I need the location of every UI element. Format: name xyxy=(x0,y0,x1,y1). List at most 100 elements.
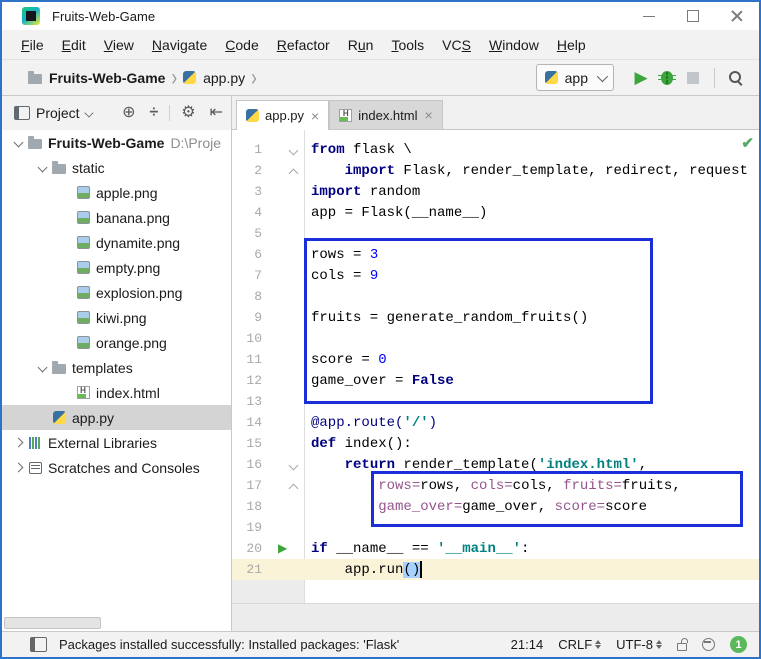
line-number-7[interactable]: 7 xyxy=(232,268,262,283)
inspection-profile-icon[interactable] xyxy=(702,638,715,651)
code-line-5[interactable]: 5 xyxy=(232,223,759,244)
code-text-4[interactable]: app = Flask(__name__) xyxy=(304,205,487,221)
tree-item-kiwi.png[interactable]: kiwi.png xyxy=(2,305,231,330)
code-line-13[interactable]: 13 xyxy=(232,391,759,412)
tab-close-icon[interactable]: × xyxy=(424,108,432,122)
editor-body[interactable]: 1from flask \2 import Flask, render_temp… xyxy=(232,130,759,603)
menu-item-run[interactable]: Run xyxy=(339,33,383,57)
line-number-6[interactable]: 6 xyxy=(232,247,262,262)
code-text-11[interactable]: score = 0 xyxy=(304,352,387,368)
line-number-10[interactable]: 10 xyxy=(232,331,262,346)
code-line-7[interactable]: 7cols = 9 xyxy=(232,265,759,286)
fold-marker-icon[interactable] xyxy=(289,484,299,494)
menu-item-refactor[interactable]: Refactor xyxy=(268,33,339,57)
menu-item-help[interactable]: Help xyxy=(548,33,595,57)
code-line-15[interactable]: 15def index(): xyxy=(232,433,759,454)
tree-chevron-icon[interactable] xyxy=(34,364,50,371)
tree-chevron-icon[interactable] xyxy=(34,164,50,171)
project-panel-title[interactable]: Project xyxy=(36,105,80,121)
code-text-9[interactable]: fruits = generate_random_fruits() xyxy=(304,310,588,326)
fold-marker-icon[interactable] xyxy=(289,461,299,471)
close-button[interactable] xyxy=(715,2,759,30)
tree-item-fruits-web-game[interactable]: Fruits-Web-GameD:\Proje xyxy=(2,130,231,155)
debug-button[interactable] xyxy=(654,65,680,91)
menu-item-tools[interactable]: Tools xyxy=(382,33,433,57)
line-number-12[interactable]: 12 xyxy=(232,373,262,388)
tree-item-index.html[interactable]: Hindex.html xyxy=(2,380,231,405)
tree-item-explosion.png[interactable]: explosion.png xyxy=(2,280,231,305)
run-configuration-select[interactable]: app xyxy=(536,64,614,91)
tree-item-app.py[interactable]: app.py xyxy=(2,405,231,430)
code-line-6[interactable]: 6 rows = 3 xyxy=(232,244,759,265)
tree-chevron-icon[interactable] xyxy=(10,464,26,471)
encoding-select[interactable]: UTF-8 xyxy=(616,637,662,652)
code-text-12[interactable]: game_over = False xyxy=(304,373,454,389)
code-line-14[interactable]: 14 @app.route('/') xyxy=(232,412,759,433)
breadcrumb-item-fruits-web-game[interactable]: Fruits-Web-Game xyxy=(28,70,165,86)
code-text-2[interactable]: import Flask, render_template, redirect,… xyxy=(304,163,748,179)
line-number-11[interactable]: 11 xyxy=(232,352,262,367)
gear-icon[interactable]: ⚙ xyxy=(181,105,195,121)
tree-item-empty.png[interactable]: empty.png xyxy=(2,255,231,280)
code-line-2[interactable]: 2 import Flask, render_template, redirec… xyxy=(232,160,759,181)
code-text-20[interactable]: if __name__ == '__main__': xyxy=(304,541,529,557)
fold-marker-icon[interactable] xyxy=(289,169,299,179)
search-everywhere-button[interactable] xyxy=(723,65,749,91)
code-line-17[interactable]: 17 rows=rows, cols=cols, fruits=fruits, xyxy=(232,475,759,496)
code-line-18[interactable]: 18 game_over=game_over, score=score xyxy=(232,496,759,517)
line-number-2[interactable]: 2 xyxy=(232,163,262,178)
tab-close-icon[interactable]: × xyxy=(311,109,319,123)
code-line-10[interactable]: 10 xyxy=(232,328,759,349)
code-line-9[interactable]: 9fruits = generate_random_fruits() xyxy=(232,307,759,328)
breadcrumb-item-app.py[interactable]: app.py xyxy=(183,70,245,86)
code-line-19[interactable]: 19 xyxy=(232,517,759,538)
unlocked-padlock-icon[interactable] xyxy=(677,638,687,651)
code-text-14[interactable]: @app.route('/') xyxy=(304,415,437,431)
code-line-8[interactable]: 8 xyxy=(232,286,759,307)
tree-chevron-icon[interactable] xyxy=(10,439,26,446)
line-number-18[interactable]: 18 xyxy=(232,499,262,514)
tree-item-static[interactable]: static xyxy=(2,155,231,180)
code-line-21[interactable]: 21 app.run() xyxy=(232,559,759,580)
line-number-21[interactable]: 21 xyxy=(232,562,262,577)
tree-item-banana.png[interactable]: banana.png xyxy=(2,205,231,230)
horizontal-scrollbar-thumb[interactable] xyxy=(4,617,101,629)
code-text-16[interactable]: return render_template('index.html', xyxy=(304,457,647,473)
line-number-3[interactable]: 3 xyxy=(232,184,262,199)
tree-item-dynamite.png[interactable]: dynamite.png xyxy=(2,230,231,255)
line-number-4[interactable]: 4 xyxy=(232,205,262,220)
menu-item-vcs[interactable]: VCS xyxy=(433,33,480,57)
code-text-21[interactable]: app.run() xyxy=(304,561,422,578)
run-button[interactable]: ▶ xyxy=(628,65,654,91)
hide-panel-icon[interactable]: ⇤ xyxy=(210,105,223,121)
maximize-button[interactable] xyxy=(671,2,715,30)
line-number-5[interactable]: 5 xyxy=(232,226,262,241)
code-text-1[interactable]: from flask \ xyxy=(304,142,412,158)
stop-button[interactable] xyxy=(680,65,706,91)
line-separator-select[interactable]: CRLF xyxy=(558,637,601,652)
line-number-20[interactable]: 20 xyxy=(232,541,262,556)
notification-badge[interactable]: 1 xyxy=(730,636,747,653)
menu-item-file[interactable]: File xyxy=(12,33,53,57)
toolwindow-toggle-icon[interactable] xyxy=(30,637,47,652)
tree-item-scratches-and-consoles[interactable]: Scratches and Consoles xyxy=(2,455,231,480)
code-line-4[interactable]: 4 app = Flask(__name__) xyxy=(232,202,759,223)
menu-item-window[interactable]: Window xyxy=(480,33,548,57)
line-number-17[interactable]: 17 xyxy=(232,478,262,493)
tree-item-templates[interactable]: templates xyxy=(2,355,231,380)
code-text-6[interactable]: rows = 3 xyxy=(304,247,378,263)
menu-item-view[interactable]: View xyxy=(95,33,143,57)
line-number-14[interactable]: 14 xyxy=(232,415,262,430)
code-line-16[interactable]: 16 return render_template('index.html', xyxy=(232,454,759,475)
code-text-17[interactable]: rows=rows, cols=cols, fruits=fruits, xyxy=(304,478,681,494)
tab-index.html[interactable]: Hindex.html× xyxy=(329,100,442,129)
tree-chevron-icon[interactable] xyxy=(10,139,26,146)
menu-item-navigate[interactable]: Navigate xyxy=(143,33,216,57)
menu-item-code[interactable]: Code xyxy=(216,33,268,57)
line-number-8[interactable]: 8 xyxy=(232,289,262,304)
collapse-all-icon[interactable]: ÷ xyxy=(149,105,158,121)
code-line-20[interactable]: 20▶if __name__ == '__main__': xyxy=(232,538,759,559)
caret-position[interactable]: 21:14 xyxy=(511,637,544,652)
minimize-button[interactable] xyxy=(627,2,671,30)
code-text-3[interactable]: import random xyxy=(304,184,420,200)
